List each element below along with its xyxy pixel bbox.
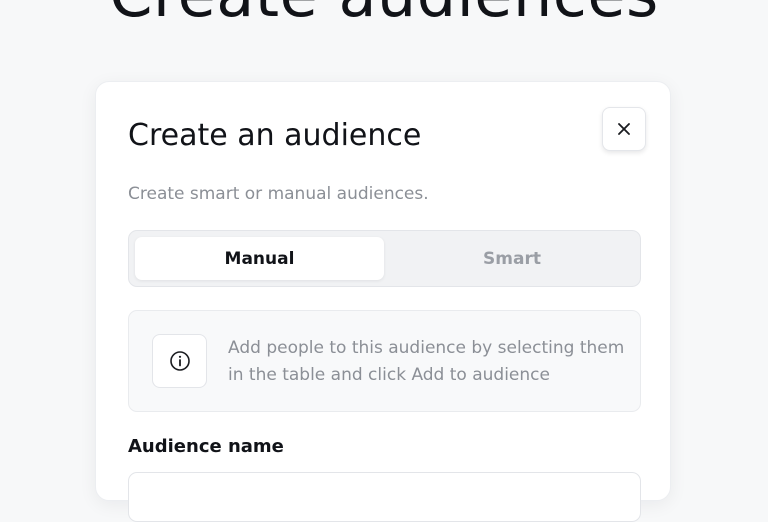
modal-subtitle: Create smart or manual audiences.: [128, 184, 429, 204]
info-text: Add people to this audience by selecting…: [228, 338, 625, 385]
close-icon: [618, 123, 630, 135]
create-audience-modal: Create an audience Create smart or manua…: [95, 81, 671, 522]
audience-name-label: Audience name: [128, 436, 284, 457]
tab-smart[interactable]: Smart: [389, 237, 635, 280]
close-button[interactable]: [602, 107, 646, 151]
tab-manual[interactable]: Manual: [135, 237, 384, 280]
info-icon-container: [152, 334, 207, 388]
info-icon: [169, 351, 190, 371]
modal-title: Create an audience: [128, 118, 422, 153]
page-heading: Create audiences: [0, 0, 768, 31]
info-callout: Add people to this audience by selecting…: [128, 310, 641, 412]
audience-type-toggle: Manual Smart: [128, 230, 641, 287]
